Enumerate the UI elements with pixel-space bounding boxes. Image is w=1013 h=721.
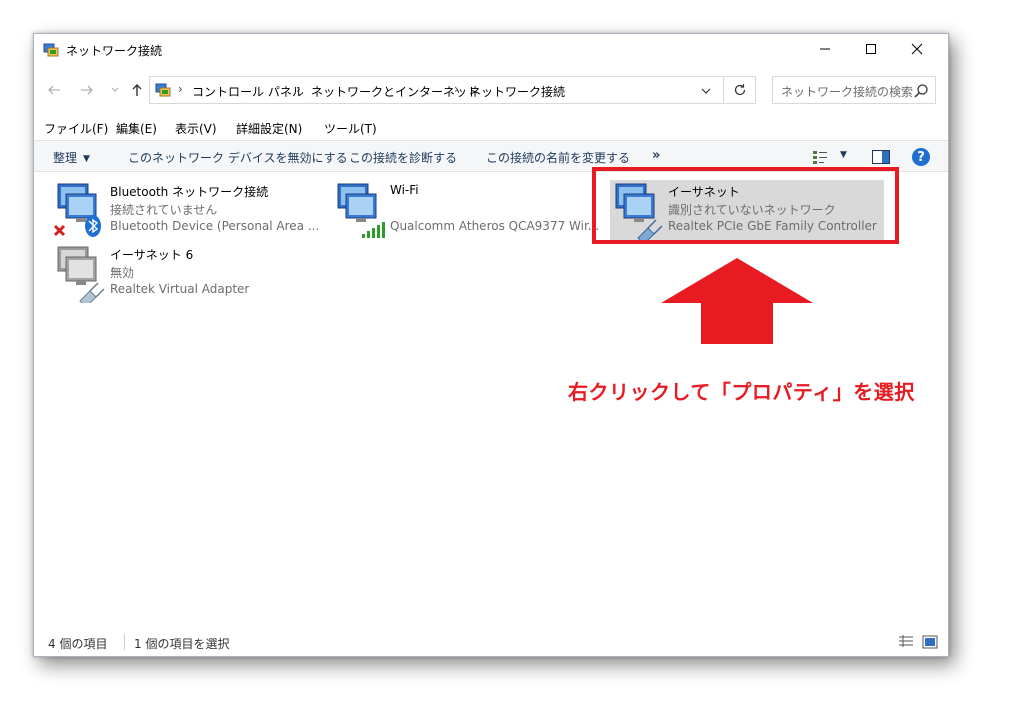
disable-device-button[interactable]: このネットワーク デバイスを無効にする	[128, 149, 348, 166]
breadcrumb-control-panel[interactable]: コントロール パネル	[192, 83, 304, 100]
menu-tools[interactable]: ツール(T)	[324, 120, 377, 137]
search-box[interactable]: ネットワーク接続の検索	[772, 76, 936, 104]
control-panel-icon	[155, 83, 171, 97]
address-bar[interactable]: › コントロール パネル › ネットワークとインターネット › ネットワーク接続	[149, 76, 724, 104]
chevron-down-icon	[111, 87, 119, 92]
more-commands-button[interactable]: »	[652, 148, 660, 163]
menu-view[interactable]: 表示(V)	[175, 120, 217, 137]
item-count: 4 個の項目	[48, 637, 108, 651]
help-icon[interactable]: ?	[912, 148, 930, 166]
menu-advanced[interactable]: 詳細設定(N)	[236, 120, 302, 137]
breadcrumb-network-connections[interactable]: ネットワーク接続	[469, 83, 565, 100]
title-bar: ネットワーク接続	[34, 34, 948, 64]
connection-status: 無効	[110, 266, 135, 280]
preview-pane-icon[interactable]	[872, 150, 890, 164]
highlight-box	[592, 167, 899, 244]
status-bar: 4 個の項目 1 個の項目を選択	[34, 628, 948, 656]
connection-item-ethernet-6[interactable]: イーサネット 6 無効 Realtek Virtual Adapter	[52, 243, 322, 305]
connection-name: イーサネット 6	[110, 248, 194, 262]
dropdown-arrow-icon: ▼	[83, 154, 90, 164]
disabled-adapter-icon	[57, 246, 105, 303]
connection-item-bluetooth[interactable]: Bluetooth ネットワーク接続 接続されていません Bluetooth D…	[52, 180, 322, 242]
organize-label: 整理	[53, 151, 78, 165]
network-adapter-icon	[53, 183, 101, 237]
wifi-adapter-icon	[337, 183, 385, 238]
breadcrumb-separator: ›	[454, 82, 459, 96]
rename-connection-button[interactable]: この接続の名前を変更する	[486, 149, 630, 166]
menu-file[interactable]: ファイル(F)	[44, 120, 108, 137]
diagnose-connection-button[interactable]: この接続を診断する	[349, 149, 457, 166]
breadcrumb-separator: ›	[296, 82, 301, 96]
connection-device: Qualcomm Atheros QCA9377 Wir...	[390, 219, 600, 233]
address-dropdown-button[interactable]	[698, 83, 714, 99]
minimize-button[interactable]	[802, 34, 848, 64]
connection-status: 接続されていません	[110, 203, 218, 217]
menu-edit[interactable]: 編集(E)	[116, 120, 157, 137]
forward-button[interactable]	[76, 79, 98, 101]
up-arrow-annotation	[661, 258, 813, 344]
search-icon	[914, 84, 928, 98]
view-dropdown-icon[interactable]: ▼	[840, 150, 847, 160]
arrow-left-icon	[48, 85, 60, 95]
minimize-icon	[820, 48, 830, 50]
close-button[interactable]	[894, 34, 940, 64]
chevron-down-icon	[701, 88, 711, 94]
connection-device: Realtek Virtual Adapter	[110, 282, 250, 296]
selected-count: 1 個の項目を選択	[134, 637, 230, 651]
connection-device: Bluetooth Device (Personal Area ...	[110, 219, 320, 233]
large-icons-view-icon[interactable]	[922, 634, 938, 650]
back-button[interactable]	[43, 79, 65, 101]
maximize-icon	[866, 44, 876, 54]
arrow-right-icon	[81, 85, 93, 95]
menu-bar: ファイル(F) 編集(E) 表示(V) 詳細設定(N) ツール(T)	[34, 118, 948, 138]
connection-name: Bluetooth ネットワーク接続	[110, 185, 269, 199]
connection-item-wifi[interactable]: Wi-Fi Qualcomm Atheros QCA9377 Wir...	[332, 180, 602, 242]
network-folder-icon	[43, 43, 59, 57]
refresh-button[interactable]	[724, 76, 756, 104]
change-view-icon[interactable]	[812, 149, 828, 165]
window-title: ネットワーク接続	[66, 44, 163, 58]
refresh-icon	[734, 84, 745, 96]
connection-name: Wi-Fi	[390, 183, 419, 197]
close-icon	[911, 43, 923, 55]
annotation-text: 右クリックして「プロパティ」を選択	[568, 380, 915, 404]
recent-locations-button[interactable]	[104, 79, 126, 101]
navigation-bar: › コントロール パネル › ネットワークとインターネット › ネットワーク接続…	[34, 74, 948, 106]
details-view-icon[interactable]	[898, 634, 914, 650]
network-connections-window: ネットワーク接続 › コントロール パネル › ネットワークとインターネット ›…	[33, 33, 949, 657]
search-placeholder: ネットワーク接続の検索	[781, 85, 914, 99]
breadcrumb-separator: ›	[178, 82, 183, 96]
up-button[interactable]	[126, 79, 148, 101]
maximize-button[interactable]	[848, 34, 894, 64]
arrow-up-icon	[132, 84, 142, 96]
status-divider	[124, 634, 125, 650]
organize-button[interactable]: 整理 ▼	[53, 149, 90, 166]
